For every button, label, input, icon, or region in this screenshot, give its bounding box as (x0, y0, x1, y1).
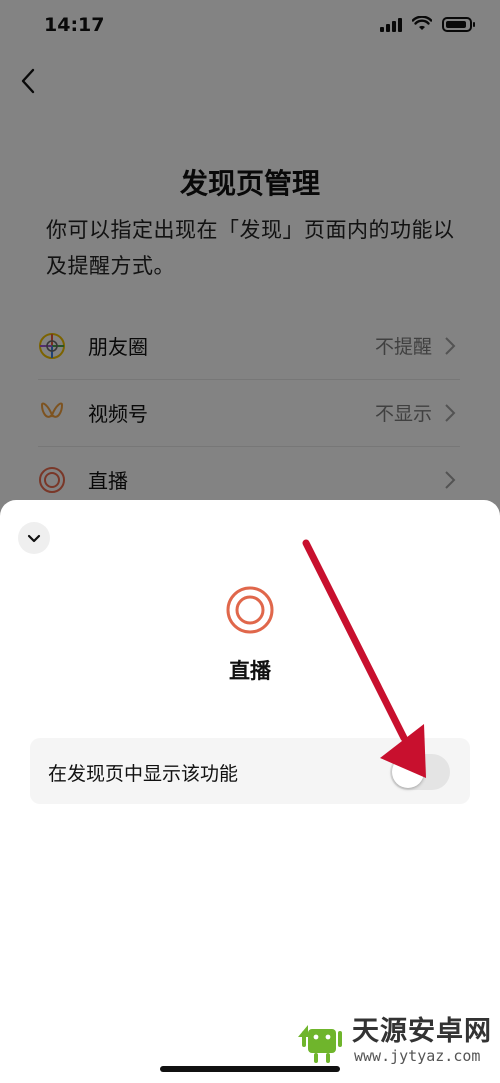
collapse-button[interactable] (18, 522, 50, 554)
bottom-sheet: 直播 在发现页中显示该功能 (0, 500, 500, 1083)
live-icon (226, 586, 274, 634)
android-logo-icon (298, 1025, 342, 1063)
show-in-discover-setting: 在发现页中显示该功能 (30, 738, 470, 804)
toggle-label: 在发现页中显示该功能 (48, 763, 239, 785)
chevron-down-icon (27, 534, 41, 543)
show-in-discover-toggle[interactable] (390, 754, 450, 790)
sheet-title: 直播 (229, 659, 271, 683)
watermark-name: 天源安卓网 (352, 1016, 492, 1047)
toggle-knob (392, 756, 424, 788)
watermark-url: www.jytyaz.com (354, 1047, 481, 1065)
site-watermark: 天源安卓网 www.jytyaz.com (294, 1005, 494, 1075)
